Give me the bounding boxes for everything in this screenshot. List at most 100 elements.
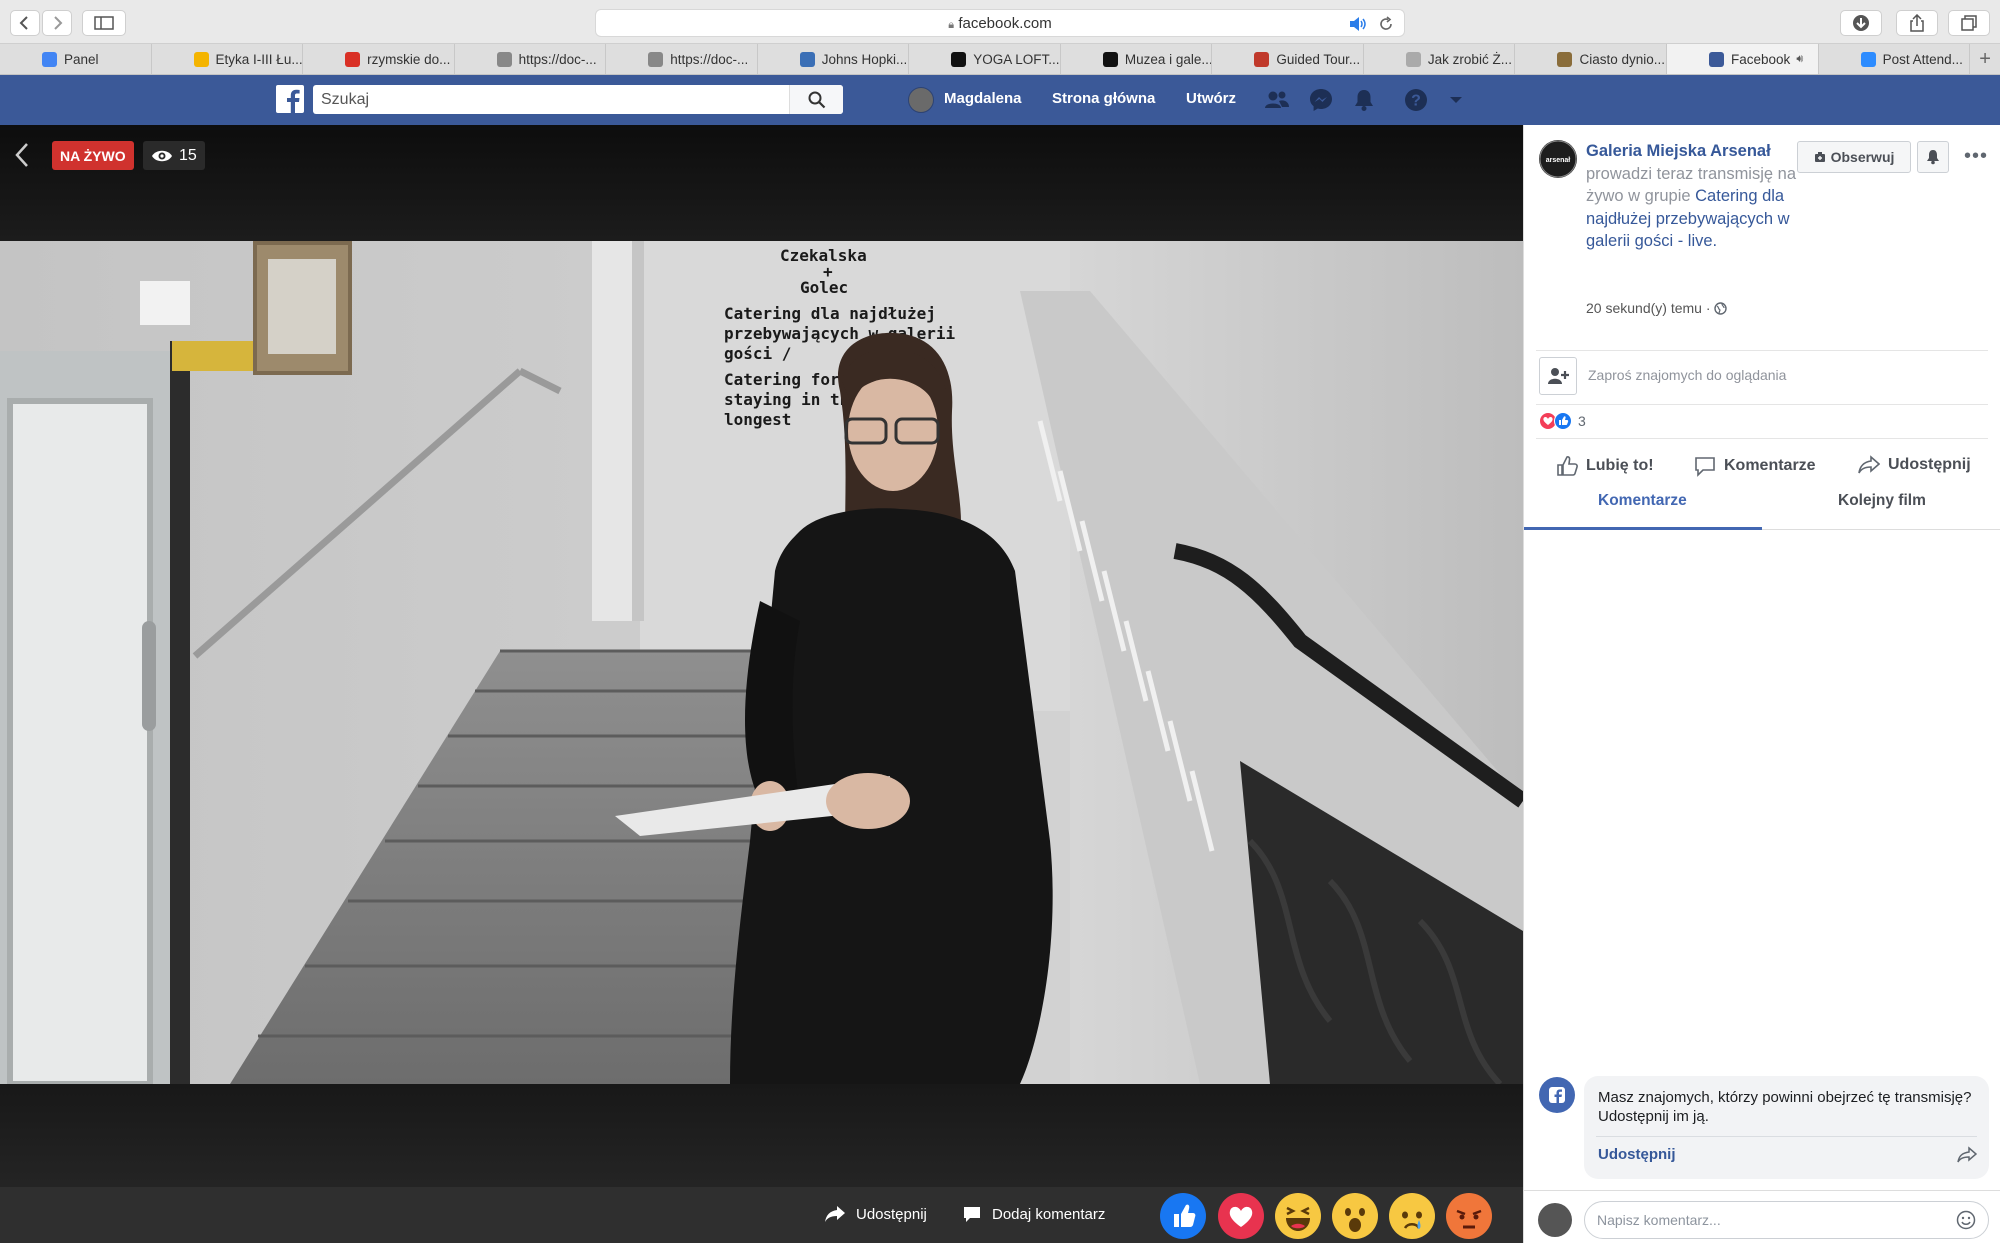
share-button[interactable]: Udostępnij [1858,455,1971,475]
user-avatar[interactable] [908,87,934,113]
follow-icon [1814,152,1825,162]
search-box [313,85,843,114]
like-reaction-icon [1554,412,1572,430]
video-comment-button[interactable]: Dodaj komentarz [962,1205,1105,1223]
angry-reaction-icon[interactable] [1446,1193,1492,1239]
search-icon [808,91,825,108]
sad-reaction-icon[interactable] [1389,1193,1435,1239]
follow-button[interactable]: Obserwuj [1797,141,1911,173]
help-icon[interactable]: ? [1403,87,1429,113]
favicon-icon [951,52,967,67]
active-tab-indicator [1524,527,1762,530]
chevron-left-icon[interactable] [12,141,32,169]
like-label: Lubię to! [1586,457,1654,474]
share-arrow-icon [1858,455,1880,474]
comments-button[interactable]: Komentarze [1694,455,1816,477]
page-name-link[interactable]: Galeria Miejska Arsenał [1586,142,1771,160]
chevron-down-icon[interactable] [1448,92,1464,108]
favicon-icon [42,52,57,67]
share-icon [1910,14,1924,32]
home-link[interactable]: Strona główna [1052,90,1155,107]
svg-text:?: ? [1411,93,1421,110]
sidebar-button[interactable] [82,10,126,36]
share-browser-button[interactable] [1896,10,1938,36]
post-meta: 20 sekund(y) temu · [1586,300,1728,316]
browser-tab[interactable]: Guided Tour... [1212,44,1364,74]
tabs-overview-button[interactable] [1948,10,1990,36]
page-avatar[interactable]: arsenał [1539,140,1577,178]
favicon-icon [496,52,512,67]
browser-tab[interactable]: Ciasto dynio... [1515,44,1668,74]
favicon-icon [1709,52,1725,67]
more-options-icon[interactable]: ••• [1964,145,1988,168]
invite-friends-label[interactable]: Zaproś znajomych do oglądania [1588,367,1786,383]
thumbs-up-icon [1557,456,1578,476]
browser-tab[interactable]: Facebook 🔊︎ [1667,44,1819,74]
video-share-label: Udostępnij [856,1205,927,1223]
browser-tab[interactable]: Muzea i gale... [1061,44,1213,74]
downloads-button[interactable] [1840,10,1882,36]
tab-next-video[interactable]: Kolejny film [1838,492,1926,510]
video-player[interactable]: NA ŻYWO 15 Czekalska + Golec Catering dl… [0,125,1523,1243]
like-button[interactable]: Lubię to! [1556,455,1654,477]
reload-icon[interactable] [1378,16,1394,32]
browser-tab[interactable]: YOGA LOFT... [909,44,1061,74]
share-prompt-card: Masz znajomych, którzy powinni obejrzeć … [1584,1076,1989,1179]
browser-tab-label: Guided Tour... [1276,51,1361,67]
video-share-button[interactable]: Udostępnij [824,1205,927,1223]
haha-reaction-icon[interactable] [1275,1193,1321,1239]
tab-comments[interactable]: Komentarze [1598,492,1687,510]
eye-icon [152,150,172,161]
browser-tab[interactable]: rzymskie do... [303,44,455,74]
browser-tab[interactable]: Post Attend... [1819,44,1971,74]
create-link[interactable]: Utwórz [1186,90,1236,107]
panel-divider [1536,404,1988,405]
address-bar[interactable]: 🔒︎ facebook.com [595,9,1405,37]
browser-tab-label: Jak zrobić Ż... [1427,51,1512,67]
share-prompt-link[interactable]: Udostępnij [1598,1146,1676,1163]
reaction-count: 3 [1578,413,1586,429]
live-info-panel: arsenał Galeria Miejska Arsenał prowadzi… [1523,125,2000,1243]
post-time[interactable]: 20 sekund(y) temu · [1586,300,1714,316]
browser-tab[interactable]: Panel [0,44,152,74]
browser-tab[interactable]: Johns Hopki... [758,44,910,74]
speaker-icon[interactable]: 🔊︎ [1796,53,1803,66]
avatar [1538,1203,1572,1237]
forward-button[interactable] [42,10,72,36]
browser-tab[interactable]: Jak zrobić Ż... [1364,44,1516,74]
wow-reaction-icon[interactable] [1332,1193,1378,1239]
notifications-icon[interactable] [1351,87,1377,113]
like-reaction-icon[interactable] [1160,1193,1206,1239]
chevron-left-icon [19,16,28,30]
notifications-toggle-button[interactable] [1917,141,1949,173]
video-frame[interactable]: Czekalska + Golec Catering dla najdłużej… [0,241,1523,1084]
search-button[interactable] [789,85,843,114]
favicon-icon [193,52,209,67]
search-input[interactable] [321,89,791,110]
profile-link[interactable]: Magdalena [944,90,1022,107]
invite-friends-button[interactable] [1539,357,1577,395]
comment-box [1584,1201,1989,1239]
browser-tab-label: Post Attend... [1882,51,1963,67]
browser-tab-label: Etyka I-III Łu... [215,51,303,67]
browser-tab[interactable]: https://doc-... [606,44,758,74]
comment-input[interactable] [1597,1210,1937,1230]
new-tab-button[interactable]: + [1970,44,2000,74]
comment-icon [964,1207,980,1222]
messenger-icon[interactable] [1308,87,1334,113]
back-button[interactable] [10,10,40,36]
favicon-icon [648,52,664,67]
reaction-summary[interactable]: 3 [1539,412,1586,430]
speaker-icon[interactable] [1348,16,1368,32]
share-arrow-icon[interactable] [1957,1146,1977,1164]
emoji-icon[interactable] [1956,1210,1976,1230]
svg-text:arsenał: arsenał [1546,157,1571,164]
love-reaction-icon[interactable] [1218,1193,1264,1239]
browser-tab[interactable]: https://doc-... [455,44,607,74]
browser-tab[interactable]: Etyka I-III Łu... [152,44,304,74]
friends-icon[interactable] [1264,87,1290,113]
favicon-icon [1102,52,1118,67]
facebook-logo-icon[interactable] [276,85,304,113]
comment-icon [1695,457,1715,477]
favicon-icon [1405,52,1421,67]
